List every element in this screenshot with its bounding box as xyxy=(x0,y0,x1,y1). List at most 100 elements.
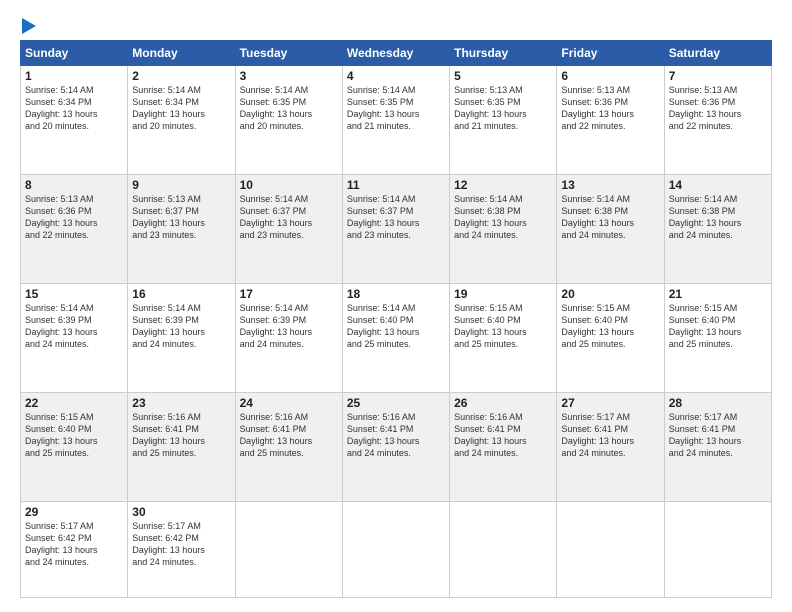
day-number: 21 xyxy=(669,287,767,301)
day-info: Sunrise: 5:14 AM Sunset: 6:38 PM Dayligh… xyxy=(454,193,552,242)
day-info: Sunrise: 5:16 AM Sunset: 6:41 PM Dayligh… xyxy=(132,411,230,460)
day-number: 25 xyxy=(347,396,445,410)
calendar-day-cell: 20Sunrise: 5:15 AM Sunset: 6:40 PM Dayli… xyxy=(557,283,664,392)
day-info: Sunrise: 5:15 AM Sunset: 6:40 PM Dayligh… xyxy=(454,302,552,351)
weekday-header-saturday: Saturday xyxy=(664,41,771,66)
day-number: 30 xyxy=(132,505,230,519)
weekday-header-wednesday: Wednesday xyxy=(342,41,449,66)
day-number: 27 xyxy=(561,396,659,410)
day-number: 11 xyxy=(347,178,445,192)
day-info: Sunrise: 5:15 AM Sunset: 6:40 PM Dayligh… xyxy=(25,411,123,460)
calendar-day-cell: 4Sunrise: 5:14 AM Sunset: 6:35 PM Daylig… xyxy=(342,66,449,175)
calendar-day-cell: 25Sunrise: 5:16 AM Sunset: 6:41 PM Dayli… xyxy=(342,392,449,501)
day-info: Sunrise: 5:13 AM Sunset: 6:36 PM Dayligh… xyxy=(669,84,767,133)
calendar-day-cell: 22Sunrise: 5:15 AM Sunset: 6:40 PM Dayli… xyxy=(21,392,128,501)
calendar: SundayMondayTuesdayWednesdayThursdayFrid… xyxy=(20,40,772,598)
day-info: Sunrise: 5:15 AM Sunset: 6:40 PM Dayligh… xyxy=(561,302,659,351)
calendar-day-cell: 9Sunrise: 5:13 AM Sunset: 6:37 PM Daylig… xyxy=(128,174,235,283)
calendar-day-cell: 27Sunrise: 5:17 AM Sunset: 6:41 PM Dayli… xyxy=(557,392,664,501)
calendar-week-row: 8Sunrise: 5:13 AM Sunset: 6:36 PM Daylig… xyxy=(21,174,772,283)
calendar-day-cell: 26Sunrise: 5:16 AM Sunset: 6:41 PM Dayli… xyxy=(450,392,557,501)
day-number: 7 xyxy=(669,69,767,83)
day-number: 4 xyxy=(347,69,445,83)
calendar-day-cell: 21Sunrise: 5:15 AM Sunset: 6:40 PM Dayli… xyxy=(664,283,771,392)
day-info: Sunrise: 5:14 AM Sunset: 6:37 PM Dayligh… xyxy=(347,193,445,242)
day-info: Sunrise: 5:13 AM Sunset: 6:35 PM Dayligh… xyxy=(454,84,552,133)
calendar-day-cell: 10Sunrise: 5:14 AM Sunset: 6:37 PM Dayli… xyxy=(235,174,342,283)
day-info: Sunrise: 5:14 AM Sunset: 6:39 PM Dayligh… xyxy=(132,302,230,351)
day-number: 2 xyxy=(132,69,230,83)
day-number: 17 xyxy=(240,287,338,301)
calendar-day-cell: 29Sunrise: 5:17 AM Sunset: 6:42 PM Dayli… xyxy=(21,501,128,597)
calendar-day-cell xyxy=(342,501,449,597)
day-info: Sunrise: 5:14 AM Sunset: 6:40 PM Dayligh… xyxy=(347,302,445,351)
calendar-day-cell xyxy=(664,501,771,597)
day-info: Sunrise: 5:16 AM Sunset: 6:41 PM Dayligh… xyxy=(240,411,338,460)
calendar-body: 1Sunrise: 5:14 AM Sunset: 6:34 PM Daylig… xyxy=(21,66,772,598)
day-info: Sunrise: 5:14 AM Sunset: 6:39 PM Dayligh… xyxy=(25,302,123,351)
day-info: Sunrise: 5:14 AM Sunset: 6:39 PM Dayligh… xyxy=(240,302,338,351)
weekday-header-tuesday: Tuesday xyxy=(235,41,342,66)
calendar-day-cell: 13Sunrise: 5:14 AM Sunset: 6:38 PM Dayli… xyxy=(557,174,664,283)
calendar-day-cell: 11Sunrise: 5:14 AM Sunset: 6:37 PM Dayli… xyxy=(342,174,449,283)
day-number: 6 xyxy=(561,69,659,83)
calendar-day-cell xyxy=(557,501,664,597)
weekday-header-monday: Monday xyxy=(128,41,235,66)
day-number: 1 xyxy=(25,69,123,83)
calendar-day-cell: 8Sunrise: 5:13 AM Sunset: 6:36 PM Daylig… xyxy=(21,174,128,283)
calendar-day-cell: 28Sunrise: 5:17 AM Sunset: 6:41 PM Dayli… xyxy=(664,392,771,501)
day-info: Sunrise: 5:17 AM Sunset: 6:41 PM Dayligh… xyxy=(669,411,767,460)
page: SundayMondayTuesdayWednesdayThursdayFrid… xyxy=(0,0,792,612)
day-number: 5 xyxy=(454,69,552,83)
day-info: Sunrise: 5:13 AM Sunset: 6:36 PM Dayligh… xyxy=(561,84,659,133)
day-info: Sunrise: 5:13 AM Sunset: 6:37 PM Dayligh… xyxy=(132,193,230,242)
day-info: Sunrise: 5:14 AM Sunset: 6:35 PM Dayligh… xyxy=(240,84,338,133)
calendar-day-cell: 23Sunrise: 5:16 AM Sunset: 6:41 PM Dayli… xyxy=(128,392,235,501)
calendar-day-cell: 1Sunrise: 5:14 AM Sunset: 6:34 PM Daylig… xyxy=(21,66,128,175)
day-info: Sunrise: 5:17 AM Sunset: 6:42 PM Dayligh… xyxy=(132,520,230,569)
calendar-day-cell: 7Sunrise: 5:13 AM Sunset: 6:36 PM Daylig… xyxy=(664,66,771,175)
day-info: Sunrise: 5:14 AM Sunset: 6:34 PM Dayligh… xyxy=(25,84,123,133)
logo-arrow-icon xyxy=(22,18,36,34)
calendar-week-row: 1Sunrise: 5:14 AM Sunset: 6:34 PM Daylig… xyxy=(21,66,772,175)
day-number: 10 xyxy=(240,178,338,192)
day-info: Sunrise: 5:14 AM Sunset: 6:34 PM Dayligh… xyxy=(132,84,230,133)
day-number: 14 xyxy=(669,178,767,192)
calendar-day-cell: 12Sunrise: 5:14 AM Sunset: 6:38 PM Dayli… xyxy=(450,174,557,283)
day-info: Sunrise: 5:17 AM Sunset: 6:42 PM Dayligh… xyxy=(25,520,123,569)
calendar-header-row: SundayMondayTuesdayWednesdayThursdayFrid… xyxy=(21,41,772,66)
day-info: Sunrise: 5:14 AM Sunset: 6:37 PM Dayligh… xyxy=(240,193,338,242)
day-number: 23 xyxy=(132,396,230,410)
calendar-week-row: 22Sunrise: 5:15 AM Sunset: 6:40 PM Dayli… xyxy=(21,392,772,501)
calendar-week-row: 29Sunrise: 5:17 AM Sunset: 6:42 PM Dayli… xyxy=(21,501,772,597)
day-number: 19 xyxy=(454,287,552,301)
calendar-week-row: 15Sunrise: 5:14 AM Sunset: 6:39 PM Dayli… xyxy=(21,283,772,392)
day-number: 24 xyxy=(240,396,338,410)
day-info: Sunrise: 5:16 AM Sunset: 6:41 PM Dayligh… xyxy=(347,411,445,460)
weekday-header-friday: Friday xyxy=(557,41,664,66)
day-number: 3 xyxy=(240,69,338,83)
day-info: Sunrise: 5:14 AM Sunset: 6:38 PM Dayligh… xyxy=(561,193,659,242)
calendar-day-cell: 14Sunrise: 5:14 AM Sunset: 6:38 PM Dayli… xyxy=(664,174,771,283)
day-number: 22 xyxy=(25,396,123,410)
calendar-day-cell: 3Sunrise: 5:14 AM Sunset: 6:35 PM Daylig… xyxy=(235,66,342,175)
day-info: Sunrise: 5:16 AM Sunset: 6:41 PM Dayligh… xyxy=(454,411,552,460)
day-number: 13 xyxy=(561,178,659,192)
day-number: 28 xyxy=(669,396,767,410)
weekday-header-sunday: Sunday xyxy=(21,41,128,66)
calendar-day-cell: 30Sunrise: 5:17 AM Sunset: 6:42 PM Dayli… xyxy=(128,501,235,597)
calendar-day-cell: 2Sunrise: 5:14 AM Sunset: 6:34 PM Daylig… xyxy=(128,66,235,175)
calendar-day-cell xyxy=(450,501,557,597)
header xyxy=(20,18,772,30)
day-number: 20 xyxy=(561,287,659,301)
calendar-day-cell: 5Sunrise: 5:13 AM Sunset: 6:35 PM Daylig… xyxy=(450,66,557,175)
calendar-day-cell: 17Sunrise: 5:14 AM Sunset: 6:39 PM Dayli… xyxy=(235,283,342,392)
day-info: Sunrise: 5:14 AM Sunset: 6:35 PM Dayligh… xyxy=(347,84,445,133)
day-number: 9 xyxy=(132,178,230,192)
calendar-day-cell: 19Sunrise: 5:15 AM Sunset: 6:40 PM Dayli… xyxy=(450,283,557,392)
logo-text xyxy=(20,18,36,34)
day-info: Sunrise: 5:13 AM Sunset: 6:36 PM Dayligh… xyxy=(25,193,123,242)
calendar-day-cell: 16Sunrise: 5:14 AM Sunset: 6:39 PM Dayli… xyxy=(128,283,235,392)
calendar-day-cell xyxy=(235,501,342,597)
calendar-day-cell: 18Sunrise: 5:14 AM Sunset: 6:40 PM Dayli… xyxy=(342,283,449,392)
